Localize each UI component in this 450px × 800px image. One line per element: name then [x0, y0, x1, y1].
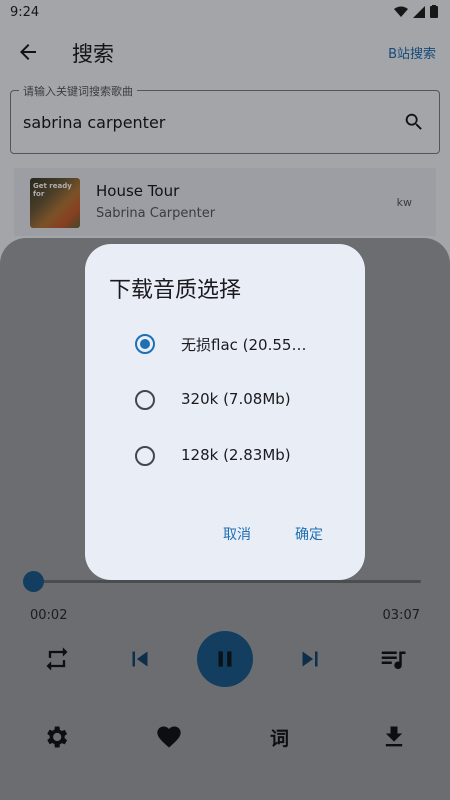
- quality-option-label: 128k (2.83Mb): [181, 446, 291, 464]
- quality-dialog: 下载音质选择 无损flac (20.55… 320k (7.08Mb) 128k…: [85, 244, 365, 580]
- quality-option-flac[interactable]: 无损flac (20.55…: [85, 320, 365, 368]
- quality-option-label: 320k (7.08Mb): [181, 390, 291, 408]
- confirm-button[interactable]: 确定: [291, 522, 327, 546]
- quality-option-320k[interactable]: 320k (7.08Mb): [85, 376, 365, 424]
- cancel-button[interactable]: 取消: [219, 522, 255, 546]
- quality-option-128k[interactable]: 128k (2.83Mb): [85, 432, 365, 480]
- dialog-title: 下载音质选择: [109, 278, 242, 303]
- radio-unselected-icon[interactable]: [135, 390, 155, 410]
- radio-unselected-icon[interactable]: [135, 446, 155, 466]
- radio-selected-icon[interactable]: [135, 334, 155, 354]
- quality-option-label: 无损flac (20.55…: [181, 336, 307, 354]
